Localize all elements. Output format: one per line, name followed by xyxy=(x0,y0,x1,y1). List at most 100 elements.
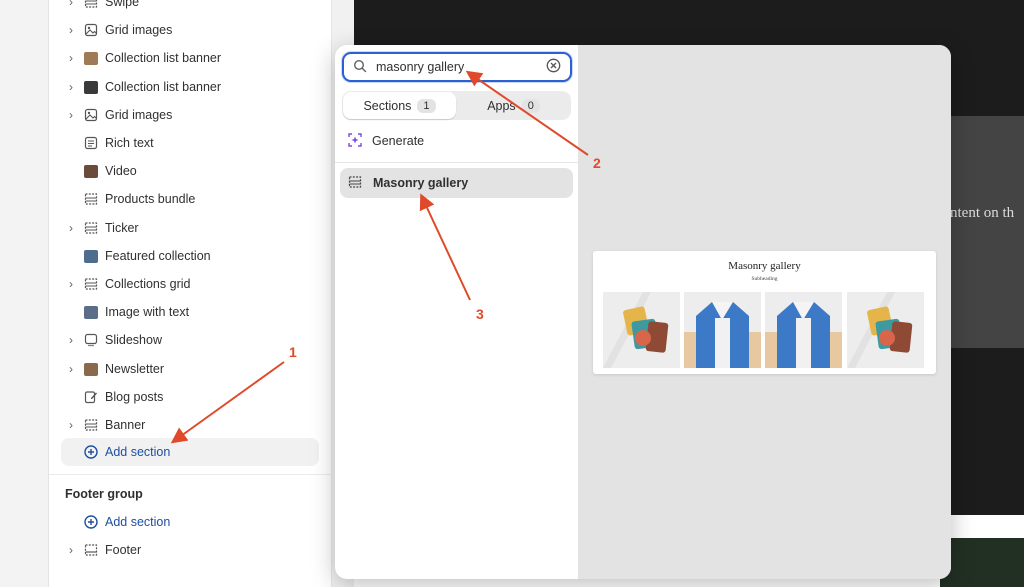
add-section-button[interactable]: Add section xyxy=(61,438,319,466)
sidebar-item[interactable]: Blog posts xyxy=(61,383,319,411)
sidebar-item-label: Grid images xyxy=(105,23,173,37)
sidebar-item[interactable]: › Slideshow xyxy=(61,326,319,354)
preview-image-puzzle xyxy=(603,292,680,368)
left-rail xyxy=(0,0,49,587)
preview-title: Masonry gallery xyxy=(728,260,801,272)
footer-add-section-button[interactable]: Add section xyxy=(61,508,319,536)
sidebar-item-label: Featured collection xyxy=(105,249,211,263)
sidebar-item[interactable]: › Banner xyxy=(61,411,319,439)
sidebar-item[interactable]: › Swipe xyxy=(61,0,319,16)
section-search-input[interactable]: masonry gallery xyxy=(342,52,572,82)
preview-image-shirt xyxy=(765,292,842,368)
tab-count-badge: 1 xyxy=(417,98,436,113)
sidebar-item-label: Blog posts xyxy=(105,390,164,404)
sidebar-item-label: Grid images xyxy=(105,108,173,122)
preview-image-puzzle xyxy=(847,292,924,368)
preview-footer-block xyxy=(940,538,1024,587)
thumbnail-icon xyxy=(83,304,99,320)
chevron-right-icon[interactable]: › xyxy=(62,80,80,94)
section-icon xyxy=(83,220,99,236)
section-icon xyxy=(83,276,99,292)
preview-image-shirt xyxy=(684,292,761,368)
section-icon xyxy=(83,417,99,433)
search-icon xyxy=(353,59,367,76)
search-result-masonry-gallery[interactable]: Masonry gallery xyxy=(340,168,573,198)
thumbnail-icon xyxy=(83,79,99,95)
chevron-right-icon[interactable]: › xyxy=(62,108,80,122)
chevron-right-icon[interactable]: › xyxy=(62,362,80,376)
annotation-label-1: 1 xyxy=(289,344,297,360)
footer-group-heading: Footer group xyxy=(65,487,143,501)
sidebar-item[interactable]: › Collection list banner xyxy=(61,73,319,101)
preview-background-text: ntent on th xyxy=(950,205,1015,221)
sidebar-item[interactable]: Featured collection xyxy=(61,242,319,270)
sidebar-divider xyxy=(49,474,332,475)
chevron-right-icon[interactable]: › xyxy=(62,543,80,557)
clear-search-icon[interactable] xyxy=(546,58,561,76)
slideshow-icon xyxy=(83,332,99,348)
annotation-label-3: 3 xyxy=(476,306,484,322)
thumbnail-icon xyxy=(83,248,99,264)
sidebar-item-label: Rich text xyxy=(105,136,154,150)
chevron-right-icon[interactable]: › xyxy=(62,51,80,65)
chevron-right-icon[interactable]: › xyxy=(62,418,80,432)
sidebar-item-label: Products bundle xyxy=(105,192,196,206)
sidebar-item-label: Collection list banner xyxy=(105,80,222,94)
section-source-tabs: Sections 1 Apps 0 xyxy=(342,91,571,120)
sparkle-icon xyxy=(347,132,363,151)
sidebar-item[interactable]: Video xyxy=(61,157,319,185)
sidebar-item[interactable]: Image with text xyxy=(61,298,319,326)
sidebar-item[interactable]: › Ticker xyxy=(61,214,319,242)
plus-circle-icon xyxy=(83,514,99,530)
sidebar-item[interactable]: › Newsletter xyxy=(61,355,319,383)
annotation-label-2: 2 xyxy=(593,155,601,171)
thumbnail-icon xyxy=(83,361,99,377)
sidebar-item[interactable]: › Collection list banner xyxy=(61,44,319,72)
section-icon xyxy=(83,542,99,558)
sidebar-item[interactable]: › Collections grid xyxy=(61,270,319,298)
thumbnail-icon xyxy=(83,50,99,66)
chevron-right-icon[interactable]: › xyxy=(62,221,80,235)
image-icon xyxy=(83,22,99,38)
section-icon xyxy=(83,0,99,10)
tab-label: Sections xyxy=(363,98,412,113)
sidebar-item[interactable]: › Grid images xyxy=(61,16,319,44)
chevron-right-icon[interactable]: › xyxy=(62,23,80,37)
sidebar-item-label: Video xyxy=(105,164,137,178)
thumbnail-icon xyxy=(83,163,99,179)
tab-count-badge: 0 xyxy=(521,98,540,113)
chevron-right-icon[interactable]: › xyxy=(62,277,80,291)
masonry-gallery-preview: Masonry gallery Subheading xyxy=(593,251,936,374)
add-section-label: Add section xyxy=(105,445,171,459)
footer-add-section-label: Add section xyxy=(105,515,171,529)
text-icon xyxy=(83,135,99,151)
sidebar-item[interactable]: Products bundle xyxy=(61,185,319,213)
edit-icon xyxy=(83,389,99,405)
image-icon xyxy=(83,107,99,123)
sidebar-item-label: Ticker xyxy=(105,221,139,235)
sidebar-item-label: Footer xyxy=(105,543,142,557)
sidebar-item[interactable]: › Grid images xyxy=(61,101,319,129)
generate-label: Generate xyxy=(372,134,425,148)
sidebar-item[interactable]: Rich text xyxy=(61,129,319,157)
chevron-right-icon[interactable]: › xyxy=(62,333,80,347)
sidebar-item-label: Collection list banner xyxy=(105,51,222,65)
section-icon xyxy=(348,175,362,192)
sidebar-item-label: Banner xyxy=(105,418,146,432)
popover-divider xyxy=(335,162,578,163)
add-section-popover: masonry gallery Sections 1 Apps 0 Genera… xyxy=(335,45,951,579)
chevron-right-icon[interactable]: › xyxy=(62,0,80,9)
section-icon xyxy=(83,191,99,207)
sidebar-item-footer[interactable]: › Footer xyxy=(61,536,319,564)
tab-apps[interactable]: Apps 0 xyxy=(457,91,570,120)
sidebar-item-label: Image with text xyxy=(105,305,190,319)
generate-button[interactable]: Generate xyxy=(347,132,425,151)
tab-sections[interactable]: Sections 1 xyxy=(343,92,456,119)
sidebar-item-label: Slideshow xyxy=(105,333,162,347)
search-value: masonry gallery xyxy=(376,60,465,74)
tab-label: Apps xyxy=(487,98,516,113)
result-label: Masonry gallery xyxy=(373,176,469,190)
preview-subheading: Subheading xyxy=(751,276,778,282)
preview-banner-block xyxy=(940,116,1024,348)
plus-circle-icon xyxy=(83,444,99,460)
